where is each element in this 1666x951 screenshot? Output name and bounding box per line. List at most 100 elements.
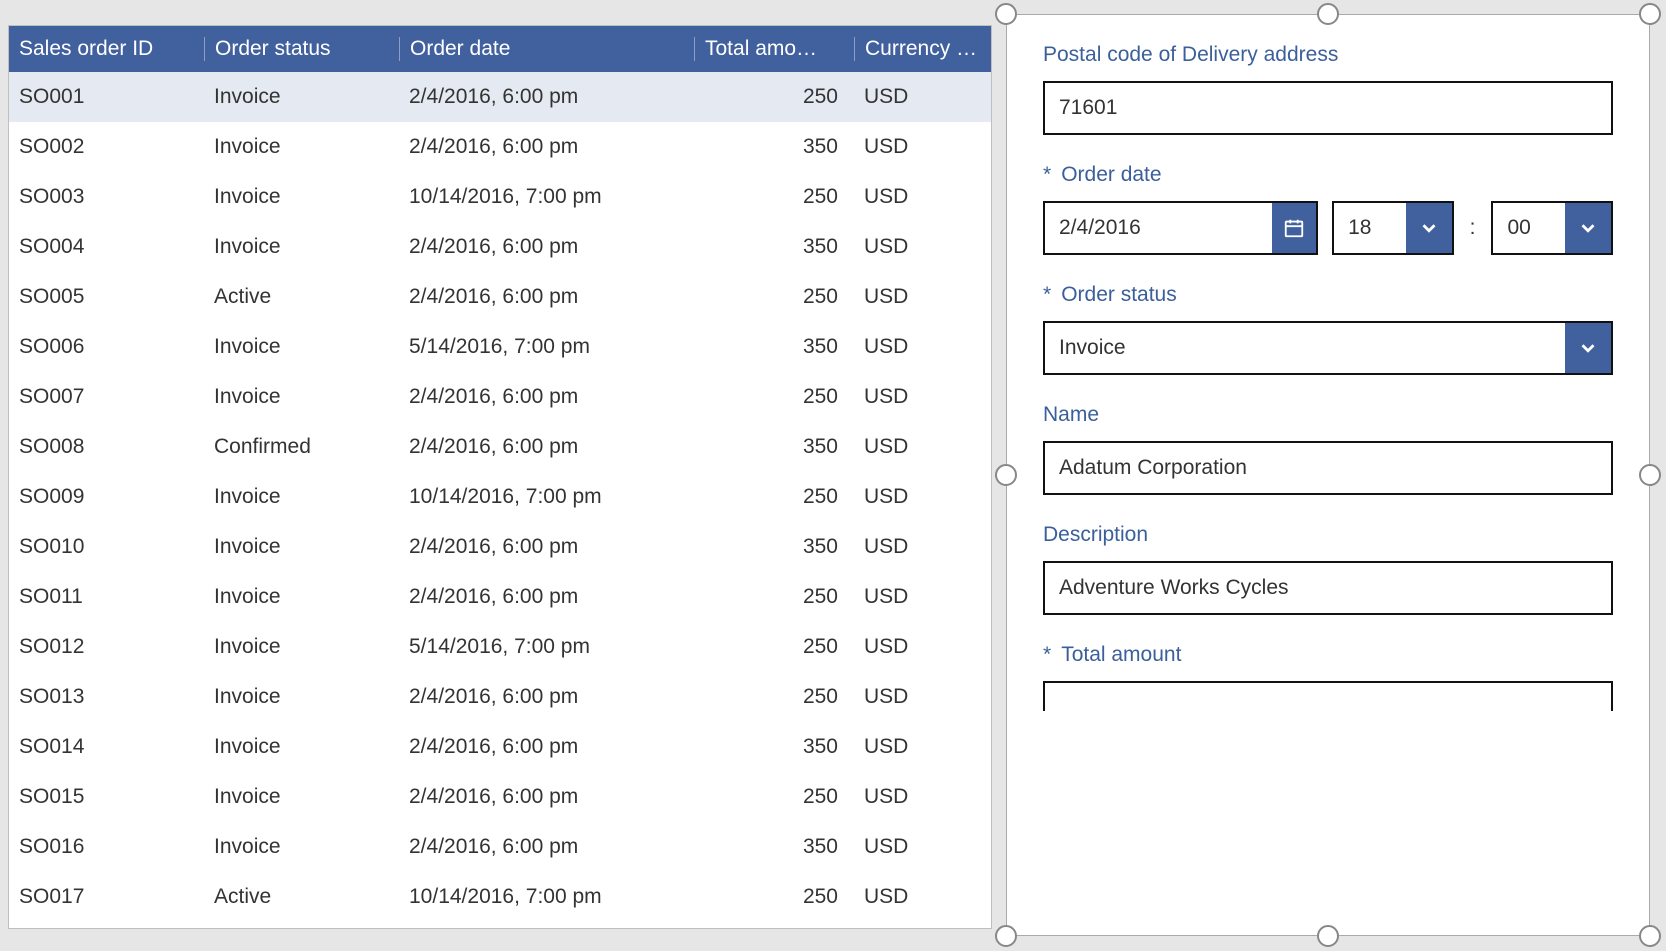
- name-input[interactable]: Adatum Corporation: [1043, 441, 1613, 495]
- cell-currency: USD: [854, 585, 991, 609]
- table-row[interactable]: SO001Invoice2/4/2016, 6:00 pm250USD: [9, 72, 991, 122]
- cell-status: Invoice: [204, 685, 399, 709]
- table-row[interactable]: SO017Active10/14/2016, 7:00 pm250USD: [9, 872, 991, 908]
- col-header-status[interactable]: Order status: [204, 37, 399, 61]
- cell-id: SO015: [9, 785, 204, 809]
- cell-status: Active: [204, 285, 399, 309]
- table-row[interactable]: SO005Active2/4/2016, 6:00 pm250USD: [9, 272, 991, 322]
- cell-id: SO012: [9, 635, 204, 659]
- cell-currency: USD: [854, 335, 991, 359]
- cell-amount: 350: [694, 235, 854, 259]
- cell-date: 2/4/2016, 6:00 pm: [399, 285, 694, 309]
- cell-date: 10/14/2016, 7:00 pm: [399, 485, 694, 509]
- resize-handle[interactable]: [1317, 3, 1339, 25]
- cell-date: 10/14/2016, 7:00 pm: [399, 185, 694, 209]
- cell-amount: 250: [694, 385, 854, 409]
- cell-id: SO003: [9, 185, 204, 209]
- cell-date: 2/4/2016, 6:00 pm: [399, 235, 694, 259]
- cell-status: Invoice: [204, 135, 399, 159]
- cell-status: Invoice: [204, 835, 399, 859]
- table-row[interactable]: SO016Invoice2/4/2016, 6:00 pm350USD: [9, 822, 991, 872]
- order-date-input[interactable]: 2/4/2016: [1045, 216, 1272, 240]
- table-row[interactable]: SO011Invoice2/4/2016, 6:00 pm250USD: [9, 572, 991, 622]
- col-header-amount[interactable]: Total amo…: [694, 37, 854, 61]
- order-status-label: * Order status: [1043, 283, 1613, 307]
- order-hour-select[interactable]: 18: [1334, 216, 1406, 240]
- table-row[interactable]: SO013Invoice2/4/2016, 6:00 pm250USD: [9, 672, 991, 722]
- cell-currency: USD: [854, 885, 991, 908]
- cell-amount: 250: [694, 885, 854, 908]
- cell-status: Invoice: [204, 235, 399, 259]
- resize-handle[interactable]: [995, 3, 1017, 25]
- total-amount-label: * Total amount: [1043, 643, 1613, 667]
- cell-status: Invoice: [204, 385, 399, 409]
- cell-amount: 350: [694, 535, 854, 559]
- order-minute-select[interactable]: 00: [1493, 216, 1565, 240]
- table-row[interactable]: SO006Invoice5/14/2016, 7:00 pm350USD: [9, 322, 991, 372]
- chevron-down-icon[interactable]: [1406, 203, 1452, 253]
- cell-id: SO005: [9, 285, 204, 309]
- table-row[interactable]: SO008Confirmed2/4/2016, 6:00 pm350USD: [9, 422, 991, 472]
- cell-amount: 350: [694, 135, 854, 159]
- cell-date: 2/4/2016, 6:00 pm: [399, 835, 694, 859]
- chevron-down-icon[interactable]: [1565, 323, 1611, 373]
- cell-status: Invoice: [204, 535, 399, 559]
- table-row[interactable]: SO010Invoice2/4/2016, 6:00 pm350USD: [9, 522, 991, 572]
- cell-currency: USD: [854, 835, 991, 859]
- col-header-currency[interactable]: Currency of T: [854, 37, 991, 61]
- cell-currency: USD: [854, 735, 991, 759]
- cell-id: SO010: [9, 535, 204, 559]
- cell-currency: USD: [854, 85, 991, 109]
- resize-handle[interactable]: [1639, 3, 1661, 25]
- cell-status: Invoice: [204, 85, 399, 109]
- cell-amount: 250: [694, 785, 854, 809]
- resize-handle[interactable]: [995, 925, 1017, 947]
- calendar-icon[interactable]: [1272, 203, 1316, 253]
- cell-status: Invoice: [204, 635, 399, 659]
- table-row[interactable]: SO009Invoice10/14/2016, 7:00 pm250USD: [9, 472, 991, 522]
- table-row[interactable]: SO003Invoice10/14/2016, 7:00 pm250USD: [9, 172, 991, 222]
- chevron-down-icon[interactable]: [1565, 203, 1611, 253]
- table-row[interactable]: SO015Invoice2/4/2016, 6:00 pm250USD: [9, 772, 991, 822]
- resize-handle[interactable]: [1317, 925, 1339, 947]
- cell-id: SO009: [9, 485, 204, 509]
- resize-handle[interactable]: [1639, 464, 1661, 486]
- col-header-date[interactable]: Order date: [399, 37, 694, 61]
- time-colon: :: [1468, 216, 1478, 240]
- cell-date: 2/4/2016, 6:00 pm: [399, 535, 694, 559]
- table-row[interactable]: SO007Invoice2/4/2016, 6:00 pm250USD: [9, 372, 991, 422]
- cell-amount: 250: [694, 685, 854, 709]
- grid-body[interactable]: SO001Invoice2/4/2016, 6:00 pm250USDSO002…: [9, 72, 991, 908]
- cell-currency: USD: [854, 435, 991, 459]
- description-input[interactable]: Adventure Works Cycles: [1043, 561, 1613, 615]
- name-label: Name: [1043, 403, 1613, 427]
- grid-horizontal-scrollbar[interactable]: [9, 908, 991, 928]
- cell-status: Invoice: [204, 735, 399, 759]
- sales-order-grid: Sales order ID Order status Order date T…: [8, 25, 992, 929]
- total-amount-input[interactable]: 250: [1043, 681, 1613, 711]
- cell-date: 2/4/2016, 6:00 pm: [399, 585, 694, 609]
- table-row[interactable]: SO012Invoice5/14/2016, 7:00 pm250USD: [9, 622, 991, 672]
- cell-status: Invoice: [204, 335, 399, 359]
- resize-handle[interactable]: [995, 464, 1017, 486]
- table-row[interactable]: SO014Invoice2/4/2016, 6:00 pm350USD: [9, 722, 991, 772]
- order-date-label: * Order date: [1043, 163, 1613, 187]
- detail-form-scroll[interactable]: Postal code of Delivery address 71601 * …: [1007, 15, 1649, 935]
- resize-handle[interactable]: [1639, 925, 1661, 947]
- postal-code-input[interactable]: 71601: [1043, 81, 1613, 135]
- grid-header: Sales order ID Order status Order date T…: [9, 26, 991, 72]
- col-header-id[interactable]: Sales order ID: [9, 37, 204, 61]
- cell-currency: USD: [854, 485, 991, 509]
- cell-currency: USD: [854, 185, 991, 209]
- cell-date: 10/14/2016, 7:00 pm: [399, 885, 694, 908]
- cell-status: Invoice: [204, 785, 399, 809]
- cell-status: Invoice: [204, 185, 399, 209]
- cell-currency: USD: [854, 135, 991, 159]
- table-row[interactable]: SO004Invoice2/4/2016, 6:00 pm350USD: [9, 222, 991, 272]
- table-row[interactable]: SO002Invoice2/4/2016, 6:00 pm350USD: [9, 122, 991, 172]
- order-status-select[interactable]: Invoice: [1045, 336, 1565, 360]
- cell-id: SO011: [9, 585, 204, 609]
- cell-date: 5/14/2016, 7:00 pm: [399, 335, 694, 359]
- cell-currency: USD: [854, 785, 991, 809]
- cell-amount: 250: [694, 485, 854, 509]
